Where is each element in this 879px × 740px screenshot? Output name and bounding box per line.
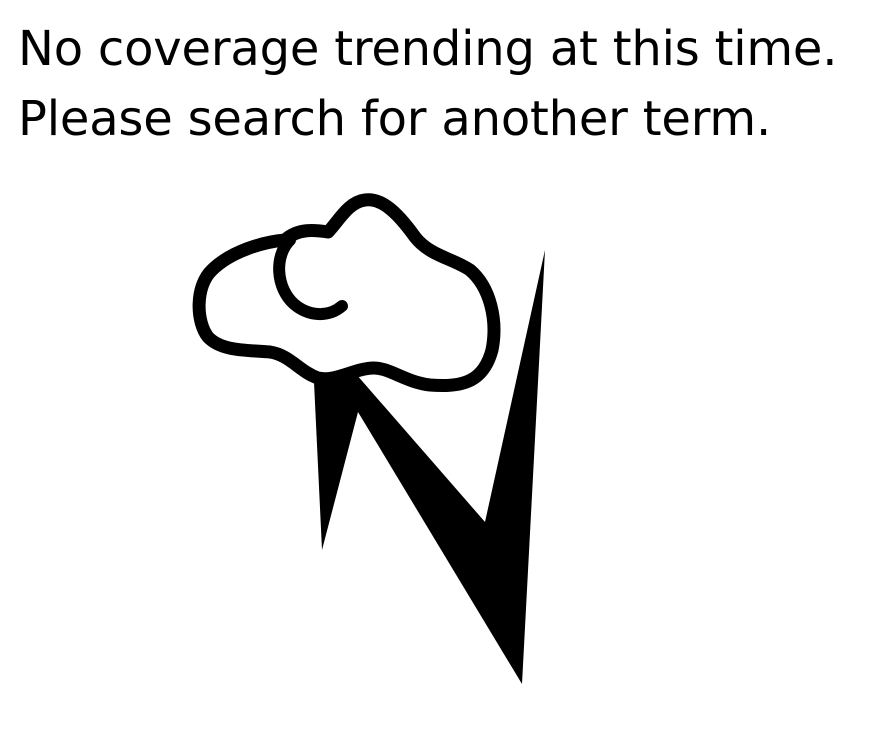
empty-state-message: No coverage trending at this time. Pleas… — [18, 14, 878, 154]
cloud-shape — [192, 193, 501, 393]
empty-state-message-line1: No coverage trending at this time. — [18, 21, 838, 77]
empty-state-message-line2: Please search for another term. — [18, 91, 772, 147]
cloud-lightning-n-icon — [192, 193, 545, 684]
